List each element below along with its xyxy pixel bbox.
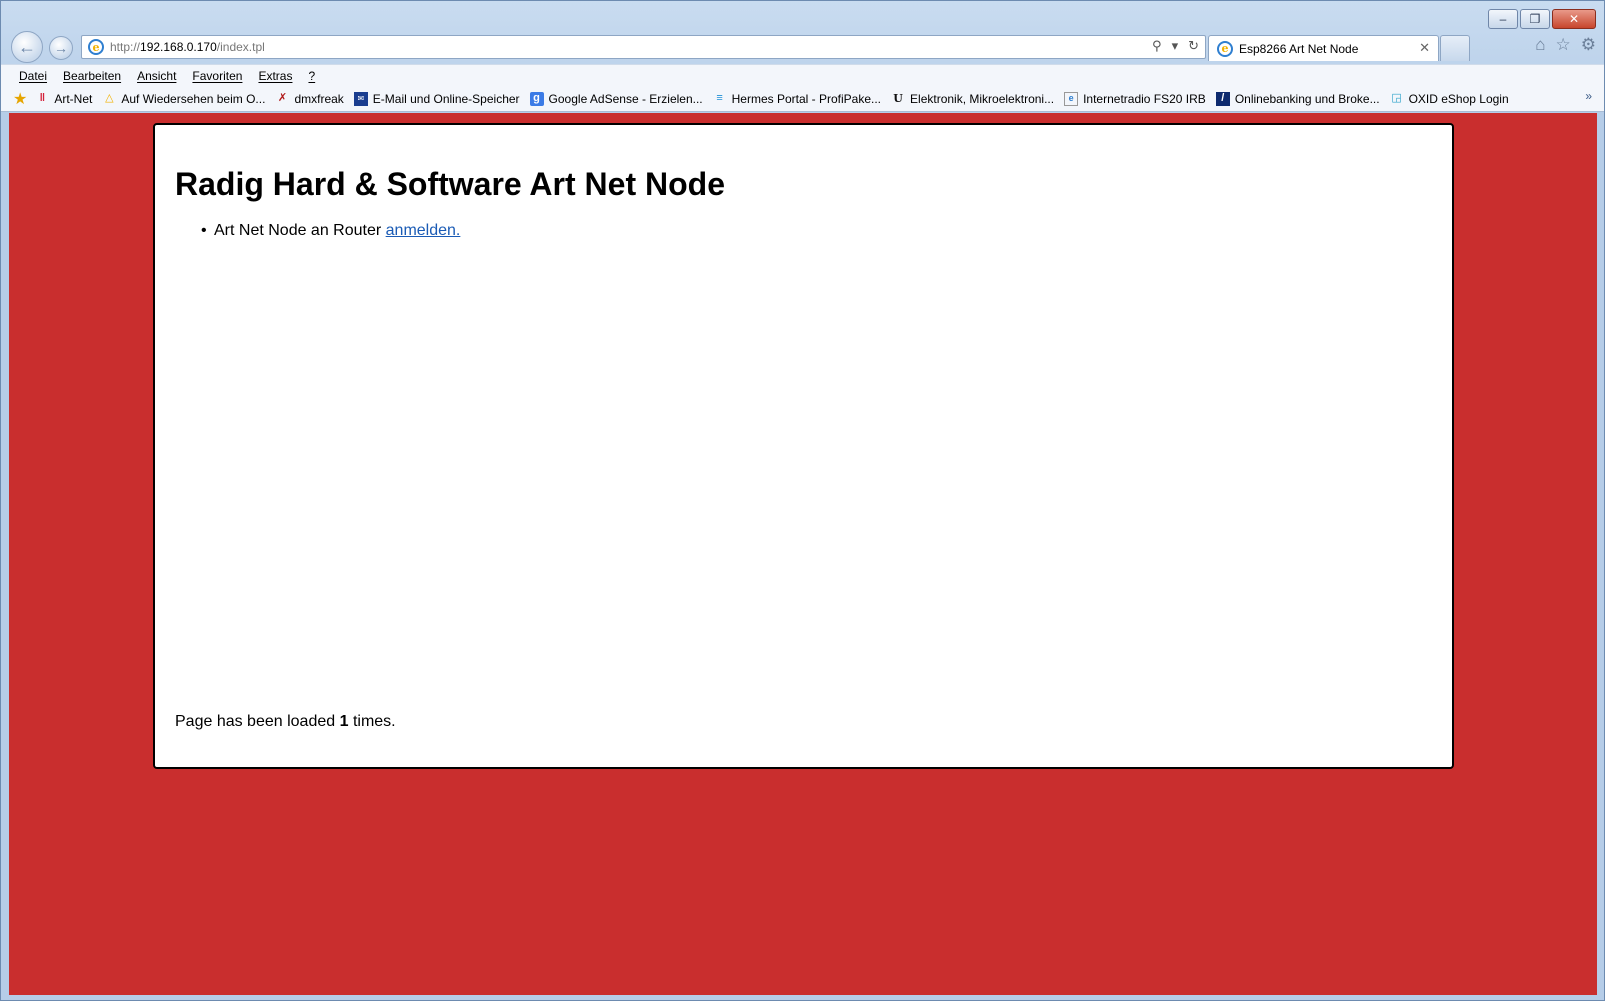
favorite-label: E-Mail und Online-Speicher (372, 91, 520, 106)
favorite-label: Internetradio FS20 IRB (1083, 91, 1206, 106)
address-bar[interactable]: e http://192.168.0.170/index.tpl ⚲ ▾ ↻ (81, 35, 1206, 59)
tab-close-icon[interactable]: ✕ (1419, 40, 1430, 56)
footer-prefix: Page has been loaded (175, 713, 340, 730)
favorite-item-drive[interactable]: △ Auf Wiedersehen beim O... (102, 92, 265, 106)
dropdown-arrow-icon[interactable]: ▾ (1172, 38, 1179, 54)
favorite-label: Elektronik, Mikroelektroni... (910, 91, 1055, 106)
drive-icon: △ (105, 92, 114, 104)
cart-icon: ◲ (1391, 92, 1402, 104)
address-host: 192.168.0.170 (140, 40, 217, 54)
menu-item-favoriten[interactable]: Favoriten (192, 69, 242, 83)
gear-icon[interactable]: ⚙ (1581, 35, 1596, 55)
menu-item-datei[interactable]: Datei (19, 69, 47, 83)
page-title: Radig Hard & Software Art Net Node (175, 166, 725, 202)
tab-title: Esp8266 Art Net Node (1239, 41, 1359, 56)
favorite-item-internetradio[interactable]: e Internetradio FS20 IRB (1064, 91, 1206, 106)
link-list: Art Net Node an Router anmelden. (201, 222, 1432, 240)
favorite-item-mail[interactable]: ✉ E-Mail und Online-Speicher (353, 91, 520, 106)
ie-icon: e (88, 39, 104, 55)
favorite-label: Google AdSense - Erzielen... (548, 91, 703, 106)
hermes-icon: ≡ (716, 92, 723, 104)
favorite-label: Hermes Portal - ProfiPake... (731, 91, 882, 106)
favorite-item-elektronik[interactable]: U Elektronik, Mikroelektroni... (891, 92, 1054, 106)
forward-button[interactable]: → (49, 36, 73, 60)
page-load-counter: Page has been loaded 1 times. (175, 713, 396, 731)
favorite-item-hermes[interactable]: ≡ Hermes Portal - ProfiPake... (713, 92, 881, 106)
favorite-label: OXID eShop Login (1408, 91, 1509, 106)
window-controls: – ❐ ✕ (1488, 9, 1596, 29)
navigation-row: ← → e http://192.168.0.170/index.tpl ⚲ ▾… (11, 31, 1604, 63)
chevron-more-icon[interactable]: » (1585, 89, 1592, 103)
address-prefix: http:// (110, 40, 141, 54)
menu-bar: Datei Bearbeiten Ansicht Favoriten Extra… (1, 64, 1604, 86)
favorite-item-onlinebanking[interactable]: / Onlinebanking und Broke... (1215, 91, 1380, 106)
restore-button[interactable]: ❐ (1520, 9, 1550, 29)
home-icon[interactable]: ⌂ (1535, 35, 1545, 55)
favorites-bar: ★ ‖ Art-Net △ Auf Wiedersehen beim O... … (1, 86, 1604, 112)
menu-item-ansicht[interactable]: Ansicht (137, 69, 176, 83)
x-icon: ✗ (277, 92, 288, 104)
favorite-item-oxid[interactable]: ◲ OXID eShop Login (1390, 91, 1509, 106)
tab-active[interactable]: e Esp8266 Art Net Node ✕ (1208, 35, 1439, 61)
content-box: Radig Hard & Software Art Net Node Art N… (153, 123, 1454, 769)
art-net-icon: ‖ (39, 92, 46, 104)
back-button[interactable]: ← (11, 31, 43, 63)
favorite-item-art-net[interactable]: ‖ Art-Net (35, 91, 93, 106)
favorite-label: Art-Net (54, 91, 93, 106)
favorite-item-dmxfreak[interactable]: ✗ dmxfreak (275, 91, 344, 106)
arrow-left-icon: ← (18, 36, 36, 57)
menu-item-help[interactable]: ? (308, 69, 315, 83)
add-favorite-star-icon[interactable]: ★ (13, 89, 27, 109)
browser-window: – ❐ ✕ ← → e http://192.168.0.170/index.t… (0, 0, 1605, 1001)
google-icon: g (529, 91, 544, 106)
menu-item-extras[interactable]: Extras (258, 69, 292, 83)
favorite-label: Auf Wiedersehen beim O... (121, 91, 266, 106)
footer-suffix: times. (348, 713, 396, 730)
bank-icon: / (1215, 91, 1230, 106)
login-link[interactable]: anmelden. (386, 222, 461, 239)
refresh-icon[interactable]: ↻ (1188, 38, 1199, 54)
address-tools: ⚲ ▾ ↻ (1152, 38, 1199, 54)
list-item: Art Net Node an Router anmelden. (201, 222, 1432, 240)
favorite-item-adsense[interactable]: g Google AdSense - Erzielen... (529, 91, 703, 106)
favorite-label: Onlinebanking und Broke... (1234, 91, 1380, 106)
minimize-button[interactable]: – (1488, 9, 1518, 29)
load-count: 1 (339, 713, 349, 730)
ie-page-icon: e (1064, 91, 1079, 106)
menu-item-bearbeiten[interactable]: Bearbeiten (63, 69, 121, 83)
list-item-text: Art Net Node an Router (214, 222, 386, 239)
favorites-star-icon[interactable]: ☆ (1556, 35, 1571, 55)
new-tab-button[interactable] (1440, 35, 1470, 61)
search-icon[interactable]: ⚲ (1152, 38, 1162, 54)
arrow-right-icon: → (54, 40, 68, 56)
ur-icon: U (893, 92, 903, 105)
address-path: /index.tpl (216, 40, 265, 54)
tab-ie-icon: e (1217, 40, 1233, 57)
favorite-label: dmxfreak (294, 91, 344, 106)
page-viewport: Radig Hard & Software Art Net Node Art N… (9, 113, 1597, 995)
ie-toolbar: ⌂ ☆ ⚙ (1535, 35, 1596, 55)
mail-icon: ✉ (353, 91, 368, 106)
close-button[interactable]: ✕ (1552, 9, 1596, 29)
